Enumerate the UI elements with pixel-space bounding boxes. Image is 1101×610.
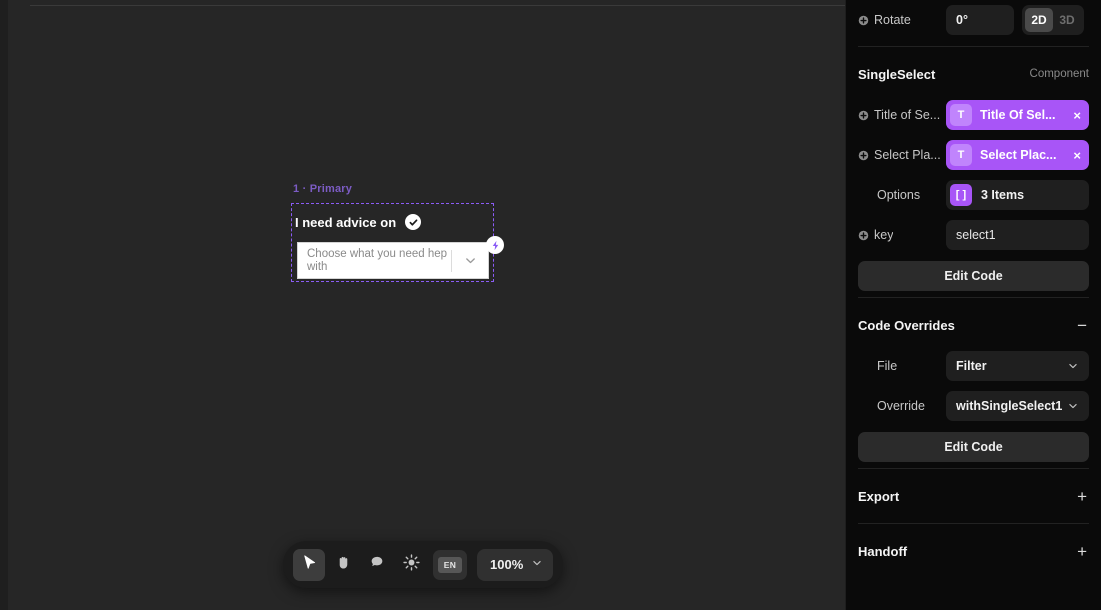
prop-field-options[interactable]: [ ] 3 Items <box>946 180 1089 210</box>
prop-chip-placeholder[interactable]: T Select Plac... × <box>946 140 1089 170</box>
rotate-label-text: Rotate <box>874 13 911 27</box>
prop-chip-title[interactable]: T Title Of Sel... × <box>946 100 1089 130</box>
left-gutter <box>0 0 8 610</box>
chevron-down-icon <box>1067 360 1079 372</box>
mode-2d-button[interactable]: 2D <box>1025 8 1053 32</box>
text-type-icon: T <box>950 144 972 166</box>
prop-label-title: Title of Se... <box>858 108 946 122</box>
zoom-level-label: 100% <box>490 557 524 572</box>
plus-circle-icon[interactable] <box>858 150 869 161</box>
prop-row-title: Title of Se... T Title Of Sel... × <box>858 95 1089 135</box>
properties-panel[interactable]: Rotate 0° 2D 3D SingleSelect Component T… <box>845 0 1101 610</box>
override-label-text: Override <box>877 399 925 413</box>
comment-bubble-icon <box>369 554 385 575</box>
prop-field-key[interactable]: select1 <box>946 220 1089 250</box>
language-button[interactable]: EN <box>433 549 467 580</box>
file-label-text: File <box>877 359 898 373</box>
design-canvas[interactable]: 1 · Primary I need advice on Choose what… <box>8 0 845 610</box>
prop-label-text: Select Pla... <box>874 148 941 162</box>
text-type-icon: T <box>950 104 972 126</box>
prop-row-placeholder: Select Pla... T Select Plac... × <box>858 135 1089 175</box>
rotate-row: Rotate 0° 2D 3D <box>858 0 1089 40</box>
component-type-label: Component <box>1029 68 1089 80</box>
export-header[interactable]: Export + <box>858 475 1089 517</box>
prop-label-placeholder: Select Pla... <box>858 148 946 162</box>
panel-divider <box>858 46 1089 47</box>
close-icon[interactable]: × <box>1073 108 1081 123</box>
component-title-row: I need advice on <box>292 204 493 240</box>
chevron-down-icon <box>1067 400 1079 412</box>
select-placeholder-text: Choose what you need hep with <box>307 247 448 273</box>
cursor-tool-button[interactable] <box>293 548 325 581</box>
panel-divider <box>858 468 1089 469</box>
code-overrides-header[interactable]: Code Overrides − <box>858 304 1089 346</box>
handoff-header[interactable]: Handoff + <box>858 530 1089 572</box>
plus-circle-icon[interactable] <box>858 15 869 26</box>
prop-row-key: key select1 <box>858 215 1089 255</box>
prop-field-value: select1 <box>956 228 996 242</box>
prop-label-text: Title of Se... <box>874 108 941 122</box>
select-input[interactable]: Choose what you need hep with <box>297 242 489 279</box>
component-title: I need advice on <box>295 214 397 230</box>
chevron-down-icon[interactable] <box>452 253 488 268</box>
theme-tool-button[interactable] <box>395 549 427 581</box>
code-overrides-title: Code Overrides <box>858 317 955 333</box>
code-overrides-override-row: Override withSingleSelect1 <box>858 386 1089 426</box>
edit-code-button-overrides[interactable]: Edit Code <box>858 432 1089 462</box>
code-overrides-file-row: File Filter <box>858 346 1089 386</box>
rotate-label: Rotate <box>858 13 946 27</box>
component-name: SingleSelect <box>858 66 936 82</box>
close-icon[interactable]: × <box>1073 148 1081 163</box>
mode-3d-button[interactable]: 3D <box>1053 8 1081 32</box>
prop-chip-value: Title Of Sel... <box>980 108 1056 122</box>
app-root: 1 · Primary I need advice on Choose what… <box>0 0 1101 610</box>
language-badge: EN <box>438 556 462 573</box>
prop-label-key: key <box>858 228 946 242</box>
prop-label-text: Options <box>877 188 921 202</box>
panel-divider <box>858 297 1089 298</box>
comment-tool-button[interactable] <box>361 549 393 581</box>
plus-circle-icon[interactable] <box>858 230 869 241</box>
dimension-mode-toggle[interactable]: 2D 3D <box>1022 5 1084 35</box>
collapse-minus-icon[interactable]: − <box>1075 317 1089 334</box>
chevron-down-icon <box>531 556 543 574</box>
hand-icon <box>335 554 352 576</box>
handoff-title: Handoff <box>858 543 908 559</box>
artboard-label: 1 · Primary <box>293 183 353 195</box>
prop-field-value: 3 Items <box>981 188 1025 202</box>
edit-code-button-component[interactable]: Edit Code <box>858 261 1089 291</box>
prop-row-options: Options [ ] 3 Items <box>858 175 1089 215</box>
file-label: File <box>858 359 946 373</box>
override-select[interactable]: withSingleSelect1 <box>946 391 1089 421</box>
file-select[interactable]: Filter <box>946 351 1089 381</box>
cursor-arrow-icon <box>301 554 318 576</box>
plus-circle-icon[interactable] <box>858 110 869 121</box>
rotate-value-field[interactable]: 0° <box>946 5 1014 35</box>
prop-label-text: key <box>874 228 894 242</box>
override-label: Override <box>858 399 946 413</box>
canvas-top-divider <box>30 5 845 6</box>
selected-component[interactable]: I need advice on Choose what you need he… <box>291 203 504 282</box>
expand-plus-icon[interactable]: + <box>1075 488 1089 505</box>
prop-chip-value: Select Plac... <box>980 148 1057 162</box>
zoom-control[interactable]: 100% <box>477 548 554 581</box>
override-select-value: withSingleSelect1 <box>956 399 1063 413</box>
hand-tool-button[interactable] <box>327 549 359 581</box>
panel-divider <box>858 523 1089 524</box>
component-section-header: SingleSelect Component <box>858 53 1089 95</box>
export-title: Export <box>858 488 900 504</box>
prop-label-options: Options <box>858 188 946 202</box>
canvas-toolbar[interactable]: EN 100% <box>283 541 564 588</box>
rotate-value: 0° <box>956 13 968 27</box>
expand-plus-icon[interactable]: + <box>1075 543 1089 560</box>
file-select-value: Filter <box>956 359 987 373</box>
sun-brightness-icon <box>402 553 421 577</box>
lightning-bolt-icon[interactable] <box>486 236 504 254</box>
array-type-icon: [ ] <box>950 184 972 206</box>
check-circle-icon <box>405 214 422 230</box>
